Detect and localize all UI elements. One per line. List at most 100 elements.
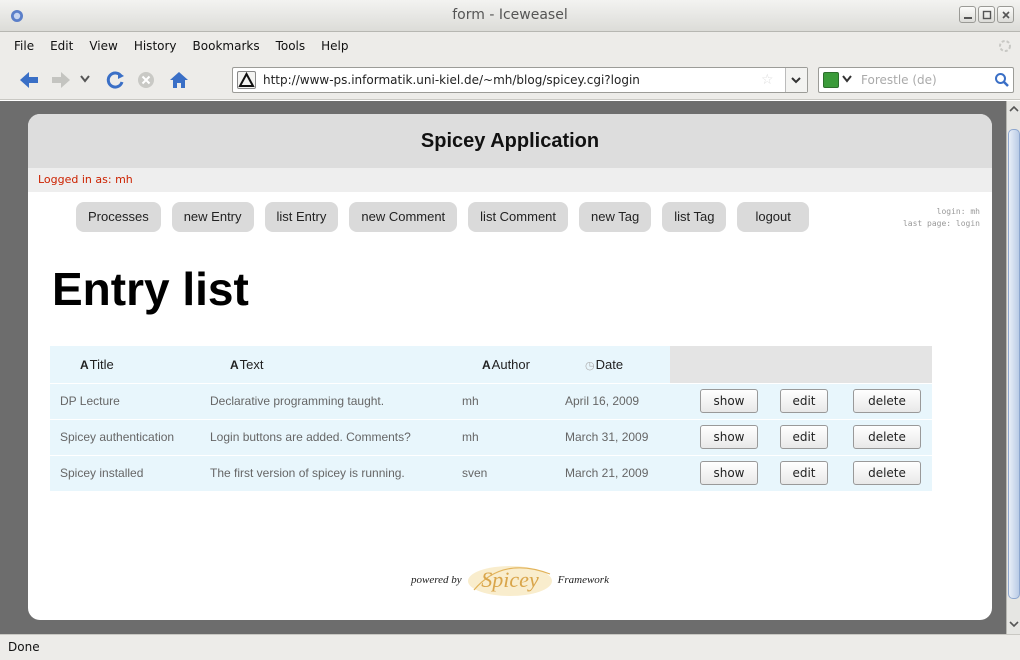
entry-table: ATitle AText AAuthor ◷Date DP Lecture De… (50, 346, 932, 491)
framework-text: Framework (557, 574, 609, 586)
clock-icon: ◷ (585, 359, 595, 372)
home-icon[interactable] (168, 70, 190, 90)
nav-new-comment-button[interactable]: new Comment (349, 202, 458, 232)
menu-view[interactable]: View (81, 39, 125, 53)
window-title: form - Iceweasel (452, 7, 568, 23)
nav-new-tag-button[interactable]: new Tag (579, 202, 652, 232)
cell-author: mh (452, 418, 555, 455)
nav-list-comment-button[interactable]: list Comment (468, 202, 569, 232)
cell-text: Login buttons are added. Comments? (200, 418, 452, 455)
sort-icon: A (230, 357, 239, 372)
edit-button[interactable]: edit (780, 425, 828, 449)
menu-tools[interactable]: Tools (268, 39, 314, 53)
cell-text: The first version of spicey is running. (200, 454, 452, 491)
maximize-button[interactable] (978, 6, 995, 23)
cell-title: Spicey installed (50, 454, 200, 491)
chevron-down-icon (791, 77, 801, 84)
show-button[interactable]: show (700, 425, 758, 449)
url-history-dropdown[interactable] (785, 68, 807, 92)
url-text[interactable]: http://www-ps.informatik.uni-kiel.de/~mh… (263, 73, 640, 87)
cell-actions: show edit delete (670, 418, 932, 455)
menu-file[interactable]: File (6, 39, 42, 53)
window-controls (959, 6, 1014, 23)
app-title: Spicey Application (420, 130, 600, 152)
search-engine-icon[interactable] (823, 72, 839, 88)
cell-actions: show edit delete (670, 382, 932, 419)
edit-button[interactable]: edit (780, 389, 828, 413)
column-header-date[interactable]: ◷Date (555, 346, 670, 383)
nav-list-entry-button[interactable]: list Entry (264, 202, 339, 232)
menu-bar: File Edit View History Bookmarks Tools H… (0, 32, 1020, 60)
menu-help[interactable]: Help (313, 39, 356, 53)
table-header-row: ATitle AText AAuthor ◷Date (50, 346, 932, 383)
delta-favicon-icon (238, 71, 255, 87)
sort-icon: A (482, 357, 491, 372)
login-info-last-page: last page: login (902, 219, 980, 228)
nav-logout-button[interactable]: logout (737, 202, 809, 232)
scroll-down-icon[interactable] (1009, 619, 1019, 629)
cell-text: Declarative programming taught. (200, 382, 452, 419)
delete-button[interactable]: delete (853, 461, 921, 486)
spicey-page: Spicey Application Logged in as: mh Proc… (28, 114, 992, 620)
close-button[interactable] (997, 6, 1014, 23)
window-titlebar: form - Iceweasel (0, 0, 1020, 32)
column-header-text[interactable]: AText (200, 346, 452, 383)
login-info: login: mh last page: login (903, 206, 980, 230)
sort-icon: A (80, 357, 89, 372)
menu-history[interactable]: History (126, 39, 185, 53)
minimize-icon (964, 17, 972, 19)
cell-title: DP Lecture (50, 382, 200, 419)
reload-icon[interactable] (104, 70, 126, 90)
column-header-title[interactable]: ATitle (50, 346, 200, 383)
column-header-actions (670, 346, 932, 383)
scrollbar-thumb[interactable] (1008, 129, 1020, 599)
column-header-author[interactable]: AAuthor (452, 346, 555, 383)
menu-edit[interactable]: Edit (42, 39, 81, 53)
nav-processes-button[interactable]: Processes (76, 202, 161, 232)
cell-actions: show edit delete (670, 454, 932, 491)
delete-button[interactable]: delete (853, 425, 921, 449)
search-icon[interactable] (994, 72, 1010, 88)
menu-bookmarks[interactable]: Bookmarks (185, 39, 268, 53)
throbber-icon (999, 40, 1011, 52)
delete-button[interactable]: delete (853, 389, 921, 413)
spicey-logo-text: Spicey (481, 567, 539, 592)
app-nav-buttons: Processes new Entry list Entry new Comme… (76, 202, 809, 232)
forward-arrow-icon[interactable] (50, 70, 72, 90)
close-icon (1002, 11, 1010, 19)
engine-dropdown-icon[interactable] (841, 74, 853, 84)
site-identity-icon[interactable] (237, 71, 256, 89)
nav-new-entry-button[interactable]: new Entry (171, 202, 254, 232)
status-bar: Done (0, 634, 1020, 660)
page-header: Spicey Application (28, 114, 992, 168)
bookmark-star-icon[interactable]: ☆ (761, 72, 774, 88)
search-bar[interactable]: Forestle (de) (818, 67, 1014, 93)
navigation-toolbar: http://www-ps.informatik.uni-kiel.de/~mh… (0, 60, 1020, 100)
nav-list-tag-button[interactable]: list Tag (662, 202, 727, 232)
maximize-icon (982, 10, 992, 20)
edit-button[interactable]: edit (780, 461, 828, 486)
scroll-up-icon[interactable] (1009, 104, 1019, 114)
cell-author: mh (452, 382, 555, 419)
powered-by-text: powered by (411, 574, 462, 586)
cell-author: sven (452, 454, 555, 491)
back-arrow-icon[interactable] (18, 70, 40, 90)
cell-date: April 16, 2009 (555, 382, 670, 419)
login-info-user: login: mh (936, 207, 980, 216)
table-row: Spicey authentication Login buttons are … (50, 418, 932, 455)
spicey-logo[interactable]: Spicey (466, 560, 554, 600)
show-button[interactable]: show (700, 461, 758, 486)
stop-icon[interactable] (136, 70, 156, 90)
table-row: Spicey installed The first version of sp… (50, 454, 932, 491)
history-dropdown-icon[interactable] (80, 75, 90, 83)
page-title: Entry list (52, 263, 249, 315)
search-input[interactable]: Forestle (de) (861, 73, 937, 87)
table-row: DP Lecture Declarative programming taugh… (50, 382, 932, 419)
show-button[interactable]: show (700, 389, 758, 413)
page-footer: powered by Spicey Framework (28, 560, 992, 600)
cell-date: March 31, 2009 (555, 418, 670, 455)
vertical-scrollbar[interactable] (1006, 101, 1020, 634)
minimize-button[interactable] (959, 6, 976, 23)
login-status: Logged in as: mh (28, 168, 992, 192)
url-bar[interactable]: http://www-ps.informatik.uni-kiel.de/~mh… (232, 67, 808, 93)
